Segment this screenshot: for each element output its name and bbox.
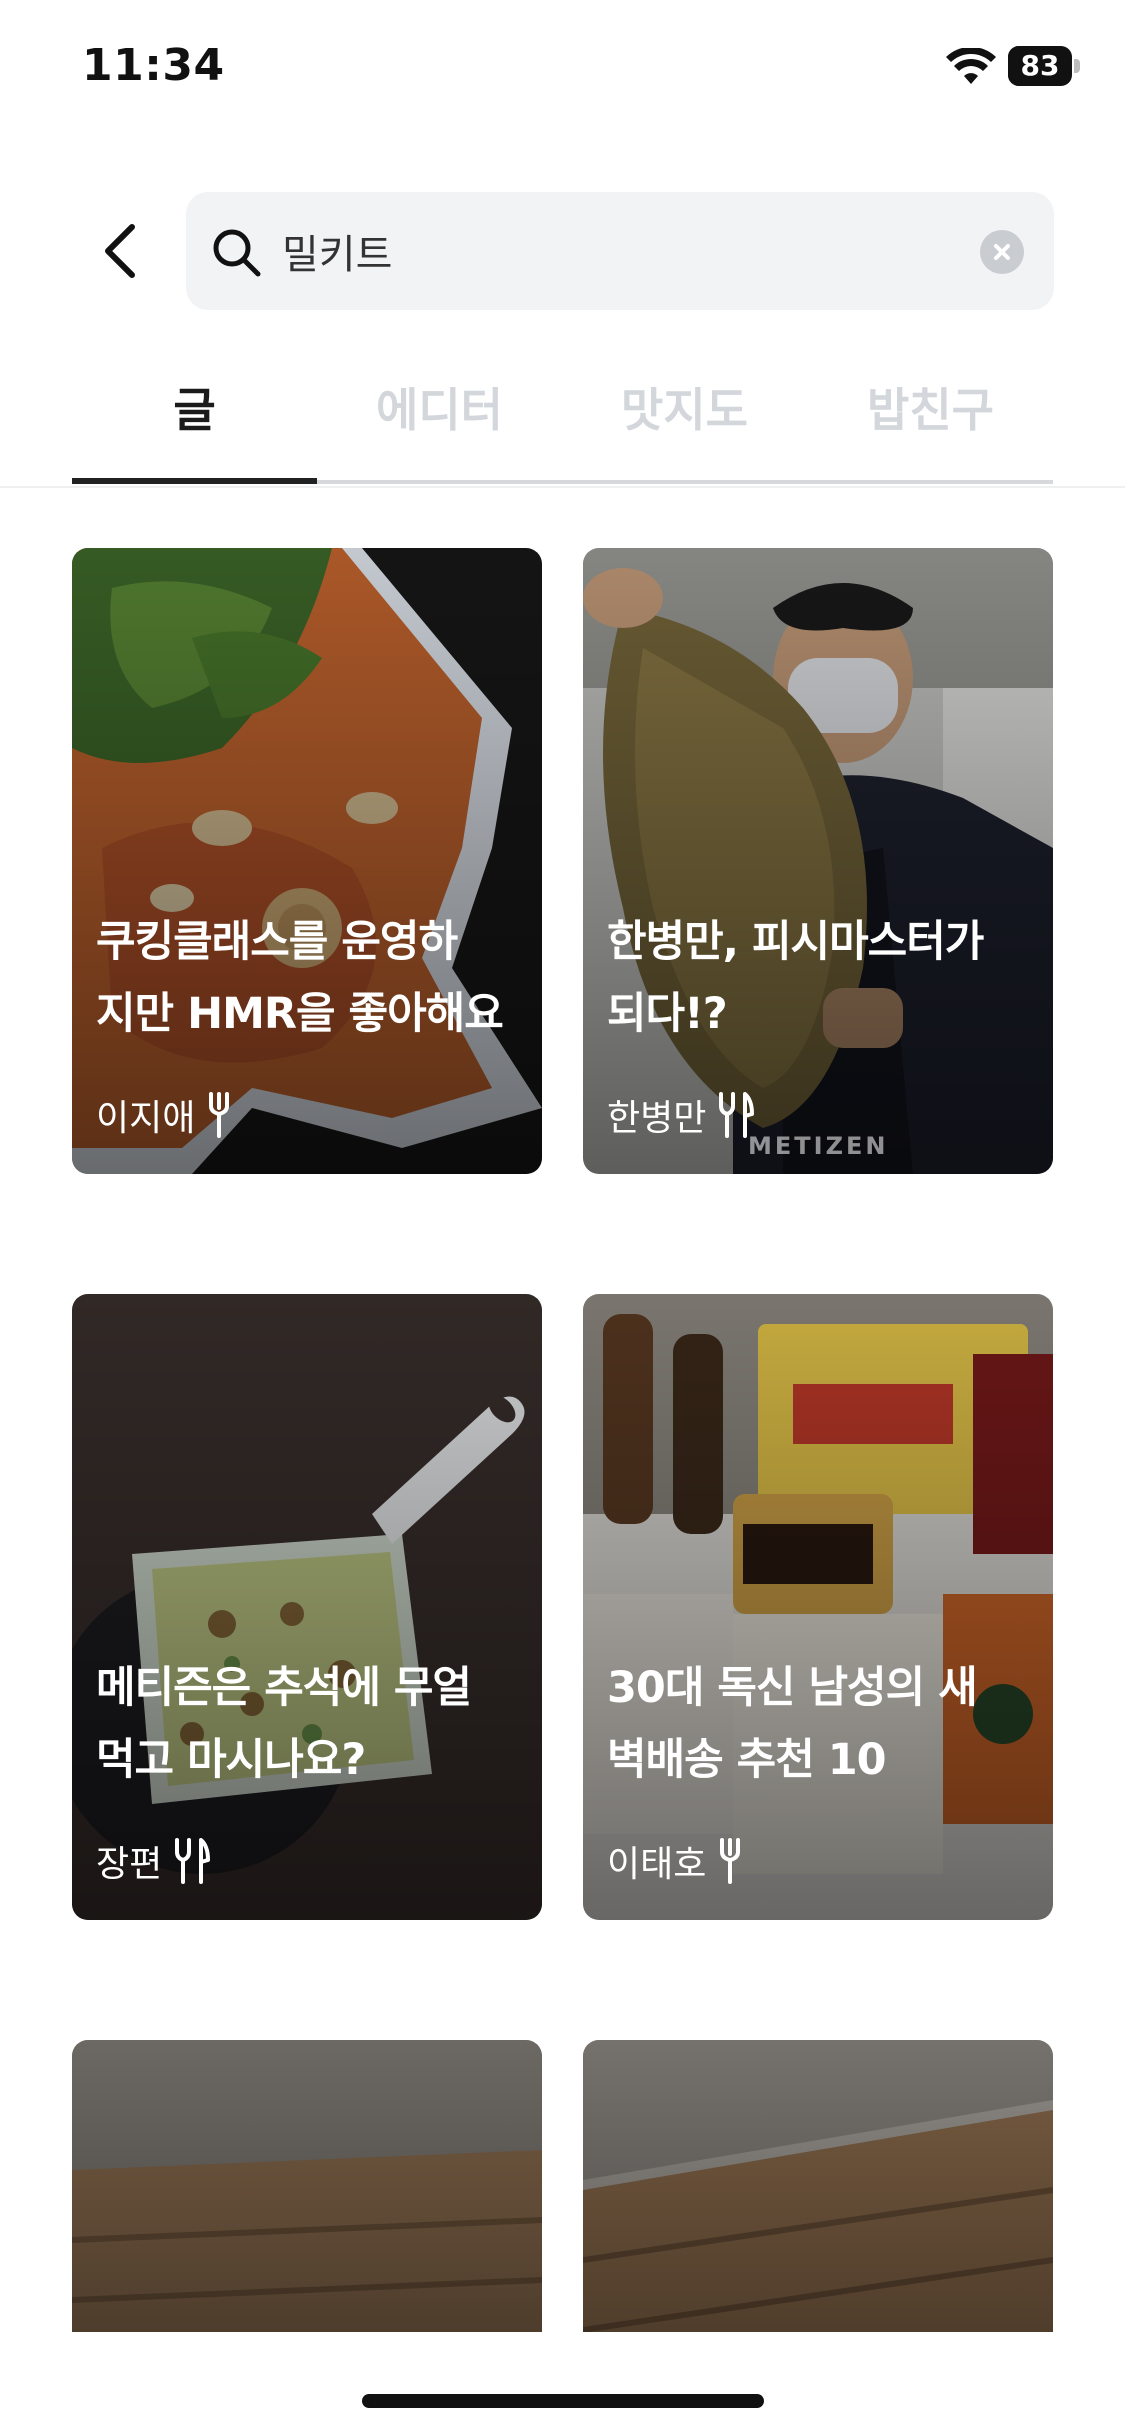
post-card[interactable]: 쿠킹클래스를 운영하 지만 HMR을 좋아해요 이지애 xyxy=(72,548,542,1174)
wifi-icon xyxy=(946,48,996,84)
post-author: 한병만 xyxy=(607,1090,755,1140)
chevron-left-icon xyxy=(105,224,135,278)
card-overlay xyxy=(72,548,542,1174)
author-name: 장편 xyxy=(96,1844,163,1885)
tab-posts[interactable]: 글 xyxy=(72,360,317,480)
search-results-screen: 11:34 83 밀키트 글 에디터 맛지도 밥친구 쿠킹클래스를 운영하 지만… xyxy=(0,0,1125,2436)
status-bar: 11:34 83 xyxy=(0,0,1125,140)
post-card[interactable]: 한병만, 피시마스터가 되다!? METIZEN 한병만 xyxy=(583,548,1053,1174)
tab-food-map[interactable]: 맛지도 xyxy=(562,360,807,480)
post-author: 이지애 xyxy=(96,1090,231,1140)
author-name: 이지애 xyxy=(96,1098,196,1139)
post-title: 메티즌은 추석에 무얼 먹고 마시나요? xyxy=(96,1663,472,1785)
post-author: 이태호 xyxy=(607,1836,742,1886)
tab-bar: 글 에디터 맛지도 밥친구 xyxy=(72,360,1053,486)
search-icon xyxy=(213,229,261,277)
card-overlay xyxy=(583,548,1053,1174)
home-indicator xyxy=(362,2394,764,2408)
back-button[interactable] xyxy=(90,216,150,286)
fork-icon xyxy=(720,1838,741,1884)
tab-active-indicator xyxy=(72,478,317,484)
photo-watermark: METIZEN xyxy=(748,1132,889,1160)
clear-icon xyxy=(994,244,1010,260)
fork-knife-icon xyxy=(719,1092,755,1138)
author-name: 한병만 xyxy=(607,1098,707,1139)
search-box[interactable] xyxy=(186,192,1054,310)
post-title: 30대 독신 남성의 새 벽배송 추천 10 xyxy=(607,1663,978,1785)
tab-meal-friends[interactable]: 밥친구 xyxy=(808,360,1053,480)
post-card[interactable]: 30대 독신 남성의 새 벽배송 추천 10 이태호 xyxy=(583,1294,1053,1920)
fork-knife-icon xyxy=(175,1838,211,1884)
card-overlay xyxy=(72,1294,542,1920)
battery-cap xyxy=(1074,59,1080,73)
post-card[interactable]: 메티즌은 추석에 무얼 먹고 마시나요? 장편 xyxy=(72,1294,542,1920)
search-input[interactable] xyxy=(282,214,942,288)
battery-body: 83 xyxy=(1008,46,1072,86)
status-time: 11:34 xyxy=(82,40,225,91)
clear-search-button[interactable] xyxy=(980,230,1024,274)
fork-icon xyxy=(209,1092,230,1138)
tab-editors[interactable]: 에디터 xyxy=(317,360,562,480)
battery-icon: 83 xyxy=(1008,46,1080,86)
header-divider xyxy=(0,486,1125,488)
bottom-safe-area xyxy=(0,2332,1125,2436)
author-name: 이태호 xyxy=(607,1844,707,1885)
card-overlay xyxy=(583,1294,1053,1920)
post-author: 장편 xyxy=(96,1836,211,1886)
post-title: 쿠킹클래스를 운영하 지만 HMR을 좋아해요 xyxy=(96,917,504,1039)
post-title: 한병만, 피시마스터가 되다!? xyxy=(607,917,984,1039)
battery-level: 83 xyxy=(1020,49,1060,82)
